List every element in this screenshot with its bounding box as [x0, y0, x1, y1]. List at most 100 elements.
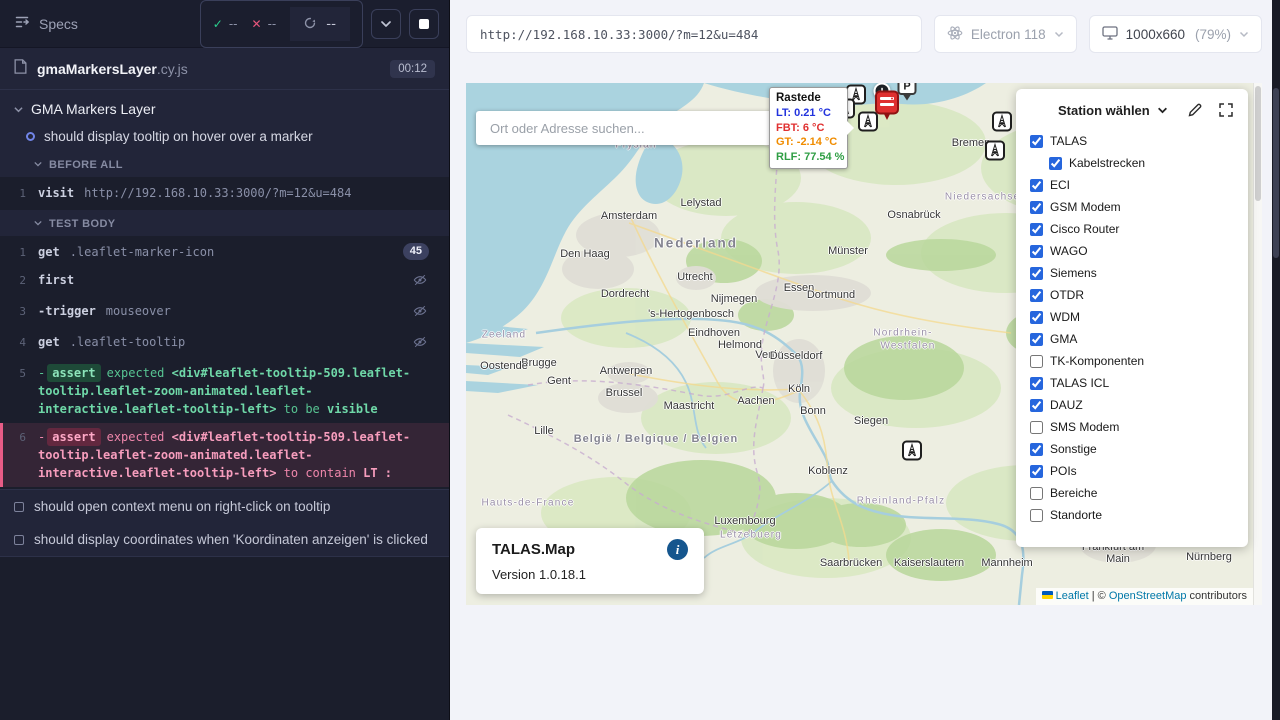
checkbox[interactable]: [1030, 443, 1043, 456]
tooltip-measurement: GT: -2.14 °C: [776, 135, 841, 150]
station-filter-bereiche[interactable]: Bereiche: [1030, 482, 1234, 504]
map-scrollbar[interactable]: [1253, 83, 1262, 605]
checkbox[interactable]: [1030, 267, 1043, 280]
checkbox[interactable]: [1030, 179, 1043, 192]
pending-test-row[interactable]: should display coordinates when 'Koordin…: [0, 523, 449, 556]
station-filter-talas[interactable]: TALAS: [1030, 130, 1234, 152]
openstreetmap-link[interactable]: OpenStreetMap: [1109, 590, 1187, 602]
command-get[interactable]: 4get.leaflet-tooltip: [0, 328, 449, 359]
specs-menu-button[interactable]: Specs: [14, 14, 78, 33]
info-icon[interactable]: i: [667, 539, 688, 560]
checkbox[interactable]: [1030, 201, 1043, 214]
selected-station-marker[interactable]: [875, 90, 900, 126]
station-filter-sms-modem[interactable]: SMS Modem: [1030, 416, 1234, 438]
station-filter-cisco-router[interactable]: Cisco Router: [1030, 218, 1234, 240]
command-method: get: [38, 245, 60, 259]
station-marker[interactable]: [902, 440, 923, 466]
checkbox[interactable]: [1030, 377, 1043, 390]
spec-extension: .cy.js: [157, 61, 188, 77]
checkbox[interactable]: [1030, 135, 1043, 148]
checkbox[interactable]: [1030, 487, 1043, 500]
checkbox[interactable]: [1049, 157, 1062, 170]
station-filter-wdm[interactable]: WDM: [1030, 306, 1234, 328]
pending-test-icon: [14, 535, 24, 545]
expand-fullscreen-icon[interactable]: [1218, 102, 1234, 118]
stop-button[interactable]: [409, 9, 439, 39]
station-marker[interactable]: [985, 140, 1006, 166]
page-scrollbar-thumb[interactable]: [1273, 88, 1279, 258]
pending-test-row[interactable]: should open context menu on right-click …: [0, 490, 449, 523]
tooltip-measurement: RLF: 77.54 %: [776, 150, 841, 165]
station-filter-kabelstrecken[interactable]: Kabelstrecken: [1049, 152, 1234, 174]
checkbox[interactable]: [1030, 289, 1043, 302]
page-scrollbar[interactable]: [1272, 0, 1280, 720]
before-all-section[interactable]: BEFORE ALL: [0, 151, 449, 177]
checkbox[interactable]: [1030, 245, 1043, 258]
tooltip-measurement: LT: 0.21 °C: [776, 106, 841, 121]
station-filter-eci[interactable]: ECI: [1030, 174, 1234, 196]
station-filter-dauz[interactable]: DAUZ: [1030, 394, 1234, 416]
station-filter-gma[interactable]: GMA: [1030, 328, 1234, 350]
ukraine-flag-icon: [1042, 591, 1053, 599]
leaflet-link[interactable]: Leaflet: [1056, 590, 1089, 602]
station-filter-label: Standorte: [1050, 508, 1102, 522]
failed-count: ✕--: [252, 17, 277, 31]
station-filter-gsm-modem[interactable]: GSM Modem: [1030, 196, 1234, 218]
test-body-commands: 1get.leaflet-marker-icon452first3-trigge…: [0, 236, 449, 490]
suite-row[interactable]: GMA Markers Layer: [0, 90, 449, 123]
command-args: .leaflet-marker-icon: [70, 245, 215, 259]
spec-file-row[interactable]: gmaMarkersLayer.cy.js 00:12: [0, 48, 449, 90]
station-filter-wago[interactable]: WAGO: [1030, 240, 1234, 262]
station-filter-siemens[interactable]: Siemens: [1030, 262, 1234, 284]
section-caret-icon: [34, 218, 42, 230]
checkbox[interactable]: [1030, 399, 1043, 412]
command-text: get.leaflet-tooltip: [38, 333, 405, 351]
command-assert[interactable]: 5-assertexpected <div#leaflet-tooltip-50…: [0, 359, 449, 423]
browser-selector[interactable]: Electron 118: [934, 15, 1077, 53]
active-test-row[interactable]: should display tooltip on hover over a m…: [0, 123, 449, 151]
command-assert[interactable]: 6-assertexpected <div#leaflet-tooltip-50…: [0, 423, 449, 487]
command-get[interactable]: 1get.leaflet-marker-icon45: [0, 238, 449, 267]
station-filter-talas-icl[interactable]: TALAS ICL: [1030, 372, 1234, 394]
station-filter-label: GMA: [1050, 332, 1077, 346]
command-visit[interactable]: 1visithttp://192.168.10.33:3000/?m=12&u=…: [0, 179, 449, 208]
search-input[interactable]: [488, 120, 764, 137]
command-text: get .leaflet-marker-icon: [38, 243, 395, 261]
chevron-down-icon[interactable]: [1157, 105, 1168, 116]
checkbox[interactable]: [1030, 333, 1043, 346]
command-args: .leaflet-tooltip: [70, 335, 186, 349]
url-bar[interactable]: http://192.168.10.33:3000/?m=12&u=484: [466, 15, 922, 53]
leaflet-map[interactable]: LeeuwardenGroningenFryslânLelystadAmster…: [466, 83, 1262, 605]
station-filter-tk-komponenten[interactable]: TK-Komponenten: [1030, 350, 1234, 372]
specs-sidebar-icon: [14, 14, 30, 33]
test-body-section[interactable]: TEST BODY: [0, 210, 449, 236]
station-filter-otdr[interactable]: OTDR: [1030, 284, 1234, 306]
suite-title: GMA Markers Layer: [31, 101, 155, 117]
station-panel-header: Station wählen: [1016, 89, 1248, 126]
edit-pencil-icon[interactable]: [1187, 102, 1203, 118]
collapse-all-button[interactable]: [371, 9, 401, 39]
station-filter-standorte[interactable]: Standorte: [1030, 504, 1234, 526]
checkbox[interactable]: [1030, 223, 1043, 236]
station-filter-sonstige[interactable]: Sonstige: [1030, 438, 1234, 460]
command-number: 6: [3, 428, 38, 447]
station-select-dropdown[interactable]: Station wählen: [1058, 103, 1150, 118]
electron-icon: [947, 25, 963, 44]
command-trigger[interactable]: 3-triggermouseover: [0, 297, 449, 328]
station-marker[interactable]: [992, 111, 1013, 137]
pending-clock-icon: [304, 17, 316, 31]
command-number: 2: [0, 271, 38, 290]
checkbox[interactable]: [1030, 509, 1043, 522]
checkbox[interactable]: [1030, 311, 1043, 324]
station-filter-label: WAGO: [1050, 244, 1088, 258]
checkbox[interactable]: [1030, 355, 1043, 368]
test-title: should display tooltip on hover over a m…: [44, 129, 313, 144]
station-filter-label: GSM Modem: [1050, 200, 1121, 214]
map-scrollbar-thumb[interactable]: [1255, 86, 1261, 201]
parking-marker[interactable]: P: [897, 83, 917, 107]
viewport-selector[interactable]: 1000x660 (79%): [1089, 15, 1262, 53]
checkbox[interactable]: [1030, 465, 1043, 478]
command-first[interactable]: 2first: [0, 266, 449, 297]
station-filter-pois[interactable]: POIs: [1030, 460, 1234, 482]
checkbox[interactable]: [1030, 421, 1043, 434]
